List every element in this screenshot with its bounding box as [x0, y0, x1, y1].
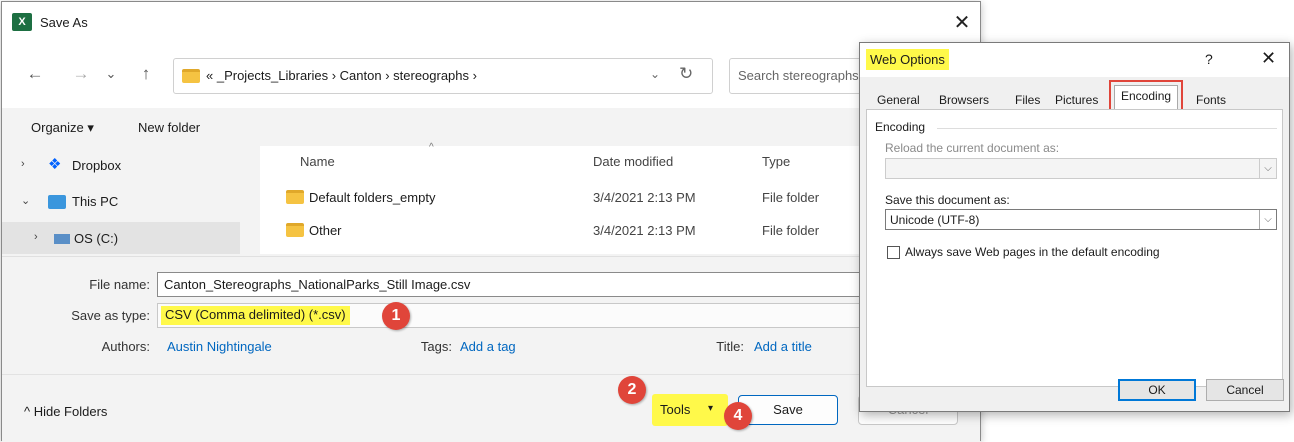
file-name-label: File name:	[89, 277, 150, 292]
back-arrow-icon[interactable]: ←	[24, 64, 46, 84]
chevron-right-icon[interactable]: ›	[21, 158, 25, 170]
computer-icon	[48, 195, 66, 209]
folder-icon	[286, 223, 304, 237]
tags-label: Tags:	[420, 339, 452, 354]
breadcrumb[interactable]: « _Projects_Libraries › Canton › stereog…	[206, 68, 477, 83]
dialog-title: Web Options	[866, 49, 949, 70]
save-button[interactable]: Save	[738, 395, 838, 425]
file-name[interactable]: Other	[309, 223, 342, 238]
search-placeholder: Search stereographs	[738, 68, 859, 83]
new-folder-button[interactable]: New folder	[138, 120, 200, 135]
column-header-date[interactable]: Date modified	[593, 154, 673, 169]
hide-folders-button[interactable]: ^ Hide Folders	[24, 404, 107, 419]
nav-item-this-pc[interactable]: ⌄ This PC	[2, 185, 240, 219]
search-input[interactable]: Search stereographs	[729, 58, 869, 94]
dropbox-icon: ❖	[48, 156, 62, 173]
folder-icon	[182, 69, 200, 83]
recent-locations-icon[interactable]: ⌄	[100, 66, 122, 82]
refresh-icon[interactable]: ↻	[679, 64, 693, 84]
tab-pictures[interactable]: Pictures	[1048, 89, 1105, 109]
callout-badge-1: 1	[382, 302, 410, 330]
tab-files[interactable]: Files	[1008, 89, 1047, 109]
reload-encoding-select[interactable]: ⌵	[885, 158, 1277, 179]
file-type: File folder	[762, 223, 820, 238]
tools-button[interactable]: Tools ▾	[652, 394, 728, 426]
nav-item-os-c[interactable]: › OS (C:)	[2, 222, 240, 254]
save-as-type-value: CSV (Comma delimited) (*.csv)	[161, 306, 350, 325]
tab-encoding[interactable]: Encoding	[1108, 80, 1184, 114]
address-bar[interactable]: « _Projects_Libraries › Canton › stereog…	[173, 58, 713, 94]
forward-arrow-icon[interactable]: →	[70, 64, 92, 84]
tools-label: Tools	[660, 402, 691, 417]
file-date: 3/4/2021 2:13 PM	[593, 223, 696, 238]
tab-browsers[interactable]: Browsers	[932, 89, 996, 109]
excel-icon: X	[12, 13, 32, 31]
chevron-down-icon: ⌵	[1259, 159, 1276, 178]
title-label: Title:	[716, 339, 744, 354]
up-arrow-icon[interactable]: ↑	[135, 64, 157, 84]
file-date: 3/4/2021 2:13 PM	[593, 190, 696, 205]
column-header-name[interactable]: Name	[300, 154, 335, 169]
save-as-type-label: Save as type:	[71, 308, 150, 323]
nav-item-label: This PC	[72, 194, 119, 209]
drive-icon	[54, 234, 70, 244]
save-encoding-select[interactable]: Unicode (UTF-8) ⌵	[885, 209, 1277, 230]
file-name[interactable]: Default folders_empty	[309, 190, 435, 205]
callout-badge-4: 4	[724, 402, 752, 430]
title-bar: Web Options ? ✕	[860, 43, 1289, 77]
file-type: File folder	[762, 190, 820, 205]
chevron-down-icon: ⌵	[1259, 210, 1276, 229]
file-name-field[interactable]: Canton_Stereographs_NationalParks_Still …	[157, 272, 867, 297]
add-title-link[interactable]: Add a title	[754, 339, 812, 354]
organize-button[interactable]: Organize ▾	[31, 120, 94, 136]
dropdown-arrow-icon: ▾	[708, 403, 714, 414]
save-as-dialog: X Save As ✕ ← → ⌄ ↑ « _Projects_Librarie…	[1, 1, 981, 442]
file-name-value: Canton_Stereographs_NationalParks_Still …	[164, 277, 471, 292]
authors-label: Authors:	[101, 339, 150, 354]
always-save-label[interactable]: Always save Web pages in the default enc…	[905, 245, 1160, 259]
callout-badge-2: 2	[618, 376, 646, 404]
folder-icon	[286, 190, 304, 204]
web-options-dialog: Web Options ? ✕ General Browsers Files P…	[859, 42, 1290, 412]
nav-item-dropbox[interactable]: › ❖ Dropbox	[2, 149, 240, 183]
help-icon[interactable]: ?	[1205, 51, 1213, 67]
add-tag-link[interactable]: Add a tag	[460, 339, 516, 354]
title-bar: X Save As ✕	[2, 2, 980, 44]
tab-general[interactable]: General	[870, 89, 927, 109]
nav-item-label: Dropbox	[72, 158, 122, 173]
tab-fonts[interactable]: Fonts	[1189, 89, 1233, 109]
nav-item-label: OS (C:)	[74, 231, 119, 246]
cancel-button[interactable]: Cancel	[1206, 379, 1284, 401]
divider	[937, 128, 1277, 129]
chevron-right-icon[interactable]: ›	[34, 231, 38, 243]
column-header-type[interactable]: Type	[762, 154, 790, 169]
dialog-title: Save As	[40, 15, 88, 30]
chevron-down-icon[interactable]: ⌄	[21, 194, 30, 207]
save-as-label: Save this document as:	[885, 193, 1010, 207]
tab-strip: General Browsers Files Pictures Encoding…	[866, 80, 1283, 114]
close-icon[interactable]: ✕	[1261, 48, 1276, 69]
encoding-heading: Encoding	[875, 120, 926, 134]
close-icon[interactable]: ✕	[948, 10, 976, 36]
authors-value[interactable]: Austin Nightingale	[167, 339, 272, 354]
encoding-panel: Encoding Reload the current document as:…	[866, 109, 1283, 387]
save-encoding-value: Unicode (UTF-8)	[890, 213, 980, 227]
sort-arrow-icon: ^	[429, 142, 434, 153]
chevron-down-icon[interactable]: ⌄	[650, 67, 660, 81]
ok-button[interactable]: OK	[1118, 379, 1196, 401]
save-as-type-select[interactable]: CSV (Comma delimited) (*.csv)	[157, 303, 867, 328]
reload-label: Reload the current document as:	[885, 141, 1060, 155]
always-save-checkbox[interactable]	[887, 246, 900, 259]
